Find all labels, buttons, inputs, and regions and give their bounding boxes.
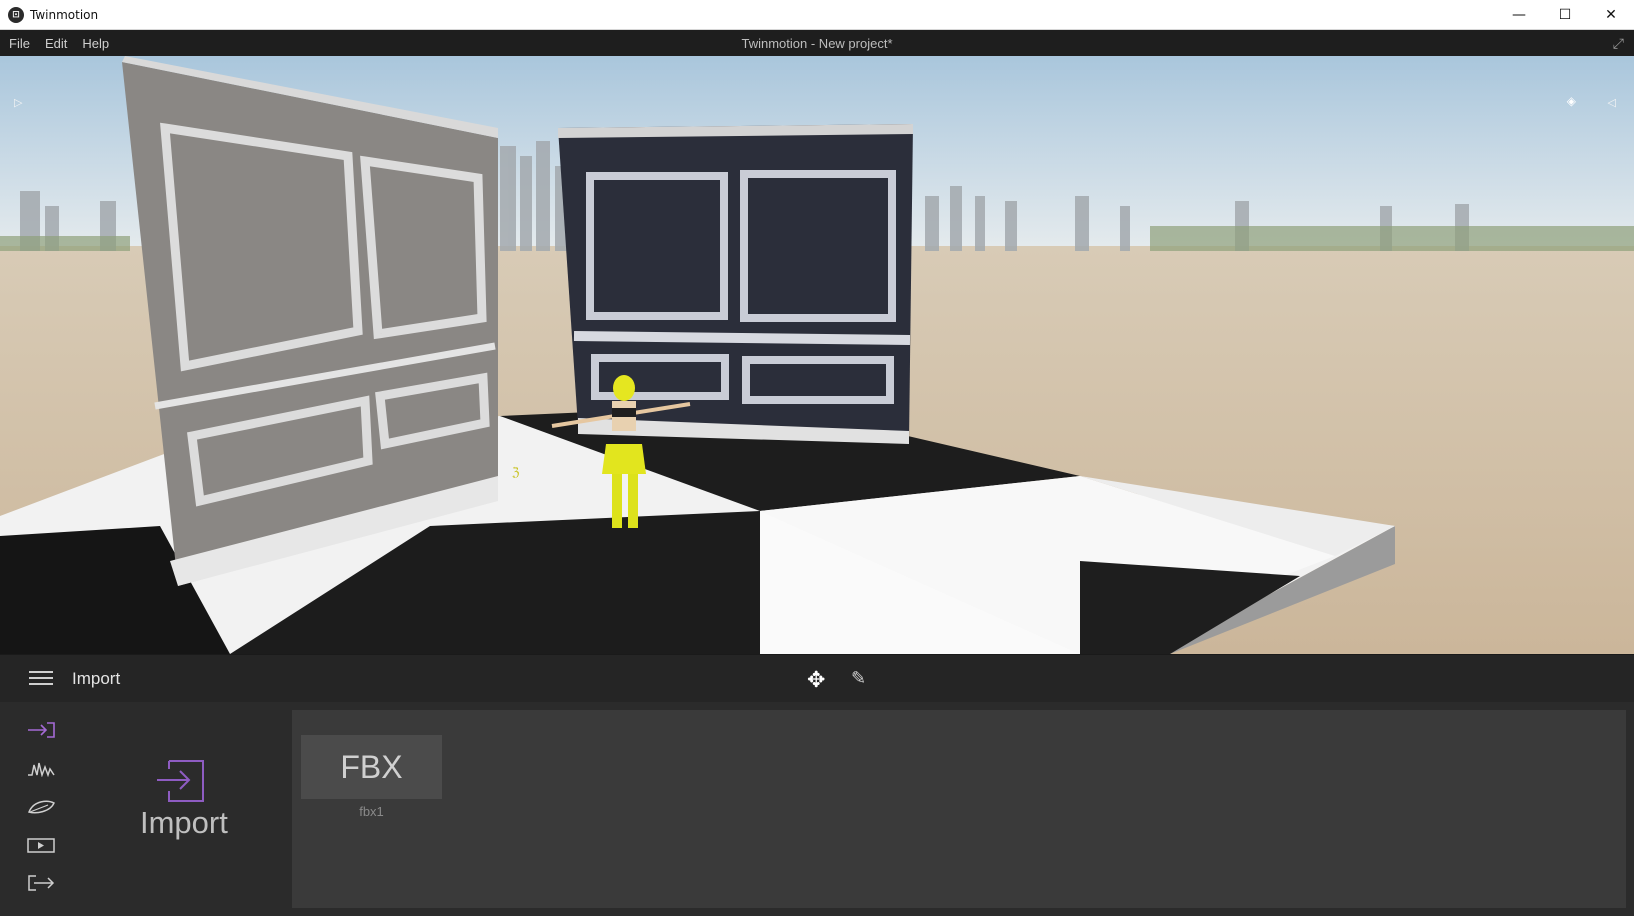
import-button[interactable]: Import [140, 757, 228, 841]
right-panel-toggle-icon[interactable]: ◁ [1608, 96, 1616, 109]
import-nav-icon[interactable] [24, 719, 58, 741]
file-format: FBX [340, 748, 403, 785]
window-controls: — ☐ ✕ [1496, 0, 1634, 30]
file-tile[interactable]: FBX [301, 735, 442, 799]
import-panel: Import FBX fbx1 [0, 702, 1634, 916]
move-gizmo-icon[interactable]: ✥ [807, 667, 825, 693]
minimize-button[interactable]: — [1496, 0, 1542, 30]
export-nav-icon[interactable] [24, 872, 58, 894]
view-eye-icon[interactable]: ◈ [1567, 94, 1576, 108]
window-titlebar: ⊡ Twinmotion — ☐ ✕ [0, 0, 1634, 30]
file-name: fbx1 [359, 804, 384, 819]
scene-render: ℨ [0, 56, 1634, 654]
section-title: Import [72, 669, 121, 688]
twinmotion-logo-icon: ⊡ [8, 6, 24, 23]
window-title: Twinmotion [30, 7, 99, 22]
maximize-button[interactable]: ☐ [1542, 0, 1588, 30]
import-icon [157, 760, 204, 802]
project-title: Twinmotion - New project* [741, 35, 893, 51]
media-nav-icon[interactable] [24, 834, 58, 856]
close-button[interactable]: ✕ [1588, 0, 1634, 30]
menu-file[interactable]: File [9, 36, 30, 51]
pen-tool-icon[interactable]: ✎ [851, 668, 866, 689]
context-nav-icon[interactable] [24, 757, 58, 779]
import-label: Import [140, 805, 228, 840]
left-panel-toggle-icon[interactable]: ▷ [14, 96, 22, 109]
menu-bar: File Edit Help Twinmotion - New project*… [0, 30, 1634, 56]
bottom-toolbar: Import ✥ ✎ [0, 654, 1634, 702]
side-nav [0, 702, 80, 916]
menu-edit[interactable]: Edit [45, 36, 67, 51]
hamburger-menu-icon[interactable] [29, 671, 53, 685]
lifecycle-nav-icon[interactable] [24, 796, 58, 818]
3d-viewport[interactable]: ℨ ▷ ◈ ◁ [0, 56, 1634, 654]
fullscreen-icon[interactable]: ⤢ [1613, 35, 1624, 52]
imported-files-area: FBX fbx1 [292, 710, 1626, 908]
menu-help[interactable]: Help [82, 36, 109, 51]
svg-text:ℨ: ℨ [511, 465, 519, 479]
